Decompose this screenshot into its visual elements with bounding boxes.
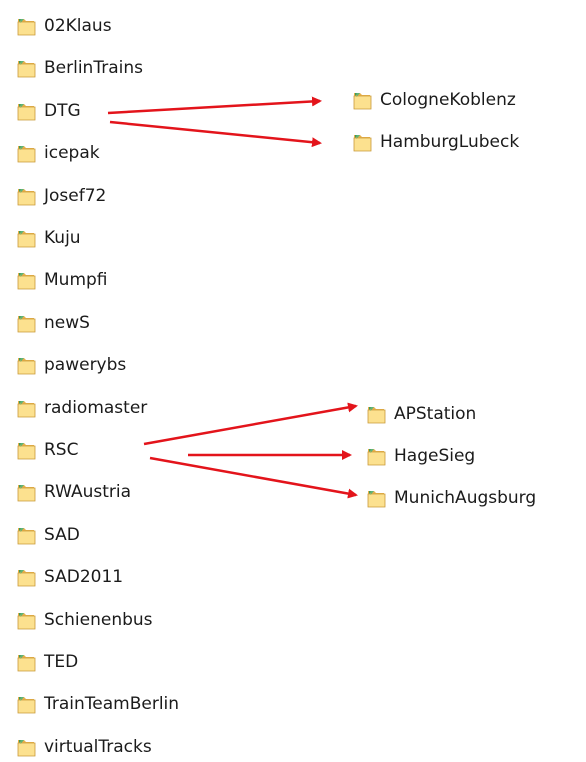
folder-icon (366, 445, 388, 467)
folder-icon (352, 131, 374, 153)
folder-label: DTG (44, 100, 81, 121)
folder-item-berlintrains[interactable]: BerlinTrains (16, 56, 143, 80)
folder-item-josef72[interactable]: Josef72 (16, 184, 106, 208)
folder-icon (16, 566, 38, 588)
folder-label: SAD2011 (44, 567, 124, 588)
folder-label: virtualTracks (44, 736, 152, 757)
folder-item-02klaus[interactable]: 02Klaus (16, 14, 112, 38)
folder-label: APStation (394, 404, 477, 424)
folder-icon (352, 89, 374, 111)
folder-item-apstation[interactable]: APStation (366, 402, 476, 426)
folder-icon (16, 651, 38, 673)
folder-label: BerlinTrains (44, 58, 143, 79)
folder-item-colognekoblenz[interactable]: CologneKoblenz (352, 88, 516, 112)
folder-icon (16, 609, 38, 631)
arrow-dtg-to-hamburglubeck (109, 120, 322, 148)
folder-icon (16, 481, 38, 503)
folder-icon (16, 269, 38, 291)
folder-item-rwaustria[interactable]: RWAustria (16, 480, 131, 504)
folder-label: Schienenbus (44, 609, 153, 630)
folder-icon (366, 487, 388, 509)
folder-label: HamburgLubeck (380, 132, 520, 152)
folder-icon (16, 693, 38, 715)
folder-item-ted[interactable]: TED (16, 650, 78, 674)
folder-item-schienenbus[interactable]: Schienenbus (16, 608, 153, 632)
folder-label: 02Klaus (44, 16, 112, 36)
folder-item-munichaugsburg[interactable]: MunichAugsburg (366, 486, 536, 510)
folder-item-hagesieg[interactable]: HageSieg (366, 444, 475, 468)
folder-icon (16, 142, 38, 164)
folder-label: HageSieg (394, 446, 476, 466)
folder-label: icepak (44, 143, 100, 164)
folder-label: Josef72 (44, 185, 107, 206)
folder-label: SAD (44, 524, 80, 545)
folder-label: RSC (44, 440, 79, 460)
folder-label: TED (44, 652, 79, 672)
folder-item-hamburglubeck[interactable]: HamburgLubeck (352, 130, 519, 154)
arrow-rsc-to-munichaugsburg (149, 456, 358, 499)
folder-label: newS (44, 312, 90, 333)
folder-item-virtualtracks[interactable]: virtualTracks (16, 735, 152, 759)
folder-icon (16, 15, 38, 37)
folder-label: Kuju (44, 228, 81, 248)
folder-item-sad[interactable]: SAD (16, 523, 80, 547)
folder-item-rsc[interactable]: RSC (16, 438, 78, 462)
folder-item-mumpfi[interactable]: Mumpfi (16, 268, 108, 292)
folder-label: MunichAugsburg (394, 488, 537, 508)
folder-icon (16, 397, 38, 419)
folder-item-kuju[interactable]: Kuju (16, 226, 81, 250)
folder-item-pawerybs[interactable]: pawerybs (16, 353, 126, 377)
folder-label: Mumpfi (44, 270, 108, 291)
folder-item-dtg[interactable]: DTG (16, 99, 81, 123)
folder-item-trainteamberlin[interactable]: TrainTeamBerlin (16, 692, 179, 716)
folder-icon (16, 57, 38, 79)
folder-icon (16, 354, 38, 376)
folder-icon (16, 524, 38, 546)
arrow-rsc-to-apstation (143, 402, 358, 446)
folder-icon (16, 736, 38, 758)
folder-item-news[interactable]: newS (16, 311, 90, 335)
folder-icon (16, 439, 38, 461)
folder-icon (366, 403, 388, 425)
folder-item-icepak[interactable]: icepak (16, 141, 100, 165)
arrows-layer (107, 96, 358, 499)
folder-item-radiomaster[interactable]: radiomaster (16, 396, 147, 420)
arrow-dtg-to-colognekoblenz (107, 96, 322, 115)
folder-item-sad2011[interactable]: SAD2011 (16, 565, 123, 589)
folder-label: RWAustria (44, 482, 132, 503)
folder-icon (16, 100, 38, 122)
folder-icon (16, 185, 38, 207)
folder-icon (16, 312, 38, 334)
folder-icon (16, 227, 38, 249)
folder-label: radiomaster (44, 397, 148, 418)
folder-label: TrainTeamBerlin (44, 694, 180, 715)
folder-label: CologneKoblenz (380, 90, 516, 110)
folder-label: pawerybs (44, 355, 127, 376)
